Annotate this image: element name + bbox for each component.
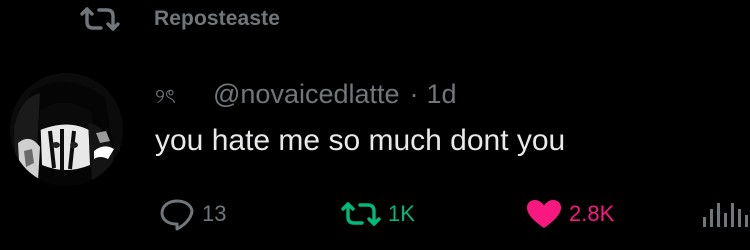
repost-context: Reposteaste xyxy=(78,4,280,34)
user-handle[interactable]: @novaicedlatte xyxy=(213,79,400,110)
repost-button[interactable]: 1K xyxy=(340,196,415,232)
bow-emoji-icon: ୨ৎ xyxy=(155,83,201,108)
reply-button[interactable]: 13 xyxy=(158,196,226,232)
repost-count: 1K xyxy=(388,201,415,226)
repost-icon xyxy=(340,200,382,228)
reposted-by-label[interactable]: Reposteaste xyxy=(154,7,280,31)
svg-text:୨ৎ: ୨ৎ xyxy=(155,85,176,107)
avatar[interactable] xyxy=(10,73,123,186)
views-button[interactable] xyxy=(700,196,750,232)
action-bar: 13 1K 2.8K xyxy=(0,196,750,232)
like-count: 2.8K xyxy=(569,201,615,226)
repost-icon xyxy=(78,6,122,32)
post-text: you hate me so much dont you xyxy=(155,124,566,157)
post-header: ୨ৎ @novaicedlatte · 1d xyxy=(155,76,457,112)
heart-icon xyxy=(525,198,563,230)
reply-icon xyxy=(158,197,196,231)
separator-dot: · xyxy=(409,78,419,109)
views-icon xyxy=(700,199,750,229)
post-time[interactable]: 1d xyxy=(427,79,457,110)
reply-count: 13 xyxy=(202,201,227,226)
like-button[interactable]: 2.8K xyxy=(525,196,614,232)
